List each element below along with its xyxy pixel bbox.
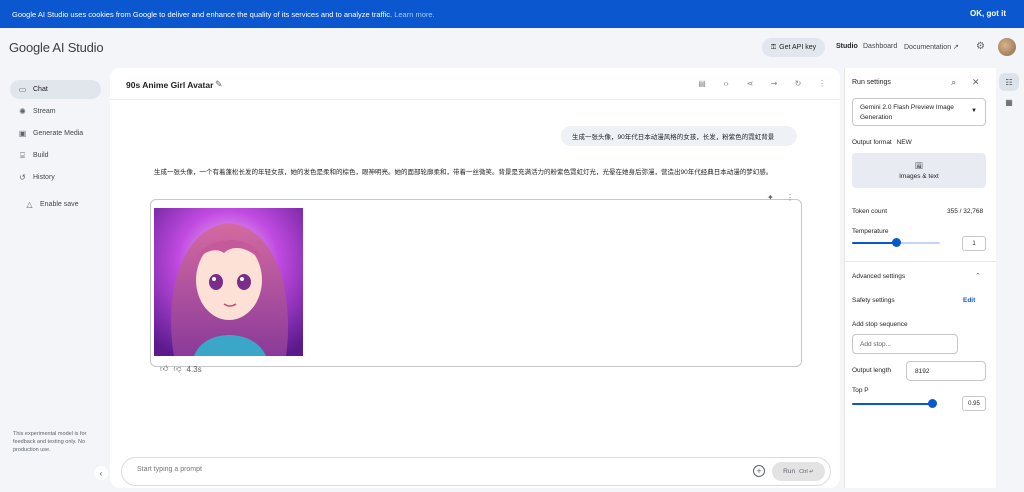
documentation-label: Documentation bbox=[904, 44, 952, 51]
thumbs-up-icon[interactable]: 👍︎ bbox=[160, 364, 168, 374]
model-selector[interactable]: Gemini 2.0 Flash Preview Image Generatio… bbox=[852, 98, 986, 126]
response-feedback: 👍︎ 👎︎ 4.3s bbox=[160, 364, 202, 374]
drive-icon: △ bbox=[26, 200, 33, 209]
output-format-option[interactable]: 🖼︎ Images & text bbox=[852, 153, 986, 188]
temperature-slider-fill bbox=[852, 242, 896, 244]
enable-save-label: Enable save bbox=[40, 201, 79, 208]
output-format-text: Output format bbox=[852, 139, 892, 146]
output-length-label: Output length bbox=[852, 367, 892, 374]
output-length-input[interactable]: 8192 bbox=[906, 361, 986, 381]
divider bbox=[110, 99, 840, 100]
sidebar-item-label: Generate Media bbox=[33, 130, 84, 137]
sidebar-item-label: Build bbox=[33, 152, 49, 159]
prompt-input[interactable] bbox=[137, 466, 637, 473]
safety-settings-label: Safety settings bbox=[852, 297, 895, 304]
sparkle-icon[interactable]: ✦ bbox=[767, 193, 774, 202]
new-badge: NEW bbox=[896, 139, 912, 146]
stop-sequence-input[interactable]: Add stop... bbox=[852, 334, 958, 354]
app-logo[interactable]: Google AI Studio bbox=[9, 40, 104, 55]
chevron-up-icon[interactable]: ⌃ bbox=[975, 272, 981, 280]
close-icon[interactable]: ✕ bbox=[972, 77, 980, 88]
experimental-note: This experimental model is for feedback … bbox=[13, 431, 87, 453]
compare-mode-icon[interactable]: ⇝ bbox=[768, 79, 780, 88]
output-format-value: Images & text bbox=[899, 172, 939, 180]
sidebar-item-label: History bbox=[33, 174, 55, 181]
run-settings-title: Run settings bbox=[852, 79, 891, 86]
run-shortcut: Ctrl ↵ bbox=[799, 468, 814, 475]
sidebar-item-label: Chat bbox=[33, 86, 48, 93]
add-media-button[interactable]: + bbox=[753, 465, 765, 477]
generated-anime-image[interactable] bbox=[154, 208, 303, 356]
get-api-key-button[interactable]: ⚿ Get API key bbox=[762, 38, 825, 57]
code-icon[interactable]: ‹› bbox=[720, 79, 732, 88]
temperature-slider-thumb[interactable] bbox=[892, 238, 901, 247]
gallery-icon[interactable]: ▦ bbox=[999, 93, 1019, 111]
top-p-slider-thumb[interactable] bbox=[928, 399, 937, 408]
temperature-input[interactable]: 1 bbox=[962, 236, 986, 251]
cookie-message: Google AI Studio uses cookies from Googl… bbox=[12, 10, 435, 19]
ok-got-it-button[interactable]: OK, got it bbox=[970, 9, 1006, 18]
cookie-banner: Google AI Studio uses cookies from Googl… bbox=[0, 0, 1024, 28]
nav-studio[interactable]: Studio bbox=[836, 43, 858, 50]
sidebar-item-generate-media[interactable]: ▣ Generate Media bbox=[10, 124, 101, 143]
token-count-value: 355 / 32,768 bbox=[947, 208, 984, 215]
page-title: 90s Anime Girl Avatar bbox=[126, 80, 214, 90]
reset-icon[interactable]: ↻ bbox=[792, 79, 804, 88]
enable-save-button[interactable]: △ Enable save bbox=[17, 195, 108, 214]
key-icon: ⚿ bbox=[770, 43, 777, 51]
edit-title-icon[interactable]: ✎ bbox=[215, 79, 223, 90]
cookie-text: Google AI Studio uses cookies from Googl… bbox=[12, 10, 393, 19]
run-button[interactable]: Run Ctrl ↵ bbox=[772, 462, 825, 481]
external-link-icon: ↗ bbox=[953, 44, 959, 51]
sidebar-item-history[interactable]: ↺ History bbox=[10, 168, 101, 187]
tune-icon[interactable]: ☷ bbox=[999, 73, 1019, 91]
sidebar-item-chat[interactable]: ▭ Chat bbox=[10, 80, 101, 99]
sidebar-item-build[interactable]: ⌸ Build bbox=[10, 146, 101, 165]
nav-documentation[interactable]: Documentation ↗ bbox=[904, 43, 959, 51]
get-api-key-label: Get API key bbox=[779, 44, 817, 51]
history-icon: ↺ bbox=[19, 173, 26, 182]
sidebar-item-label: Stream bbox=[33, 108, 56, 115]
thumbs-down-icon[interactable]: 👎︎ bbox=[173, 364, 181, 374]
feedback-icon[interactable]: ⌕ bbox=[951, 77, 956, 88]
nav-dashboard[interactable]: Dashboard bbox=[863, 43, 897, 50]
token-count-label: Token count bbox=[852, 208, 888, 215]
run-label: Run bbox=[783, 468, 796, 475]
safety-edit-link[interactable]: Edit bbox=[963, 297, 975, 304]
share-icon[interactable]: ⋖ bbox=[744, 79, 756, 88]
temperature-label: Temperature bbox=[852, 228, 889, 235]
card-more-icon[interactable]: ⋮ bbox=[786, 193, 794, 202]
build-icon: ⌸ bbox=[20, 150, 25, 160]
response-time: 4.3s bbox=[186, 364, 202, 374]
chat-icon: ▭ bbox=[18, 85, 27, 94]
stream-icon: ✺ bbox=[19, 107, 26, 116]
sidebar-item-stream[interactable]: ✺ Stream bbox=[10, 102, 101, 121]
top-p-label: Top P bbox=[852, 387, 869, 394]
gear-icon[interactable]: ⚙ bbox=[976, 41, 985, 52]
output-format-label: Output format NEW bbox=[852, 139, 912, 146]
divider bbox=[844, 261, 996, 262]
collapse-sidebar-button[interactable]: ‹ bbox=[94, 466, 108, 480]
learn-more-link[interactable]: Learn more. bbox=[394, 10, 434, 19]
avatar[interactable] bbox=[998, 38, 1016, 56]
image-text-icon: 🖼︎ bbox=[914, 162, 924, 170]
advanced-settings-label[interactable]: Advanced settings bbox=[852, 273, 905, 280]
compare-icon[interactable]: ▤ bbox=[696, 79, 708, 88]
model-response-text: 生成一张头像，一个有着蓬松长发的年轻女孩，她的发色是柔和的棕色，眼神明亮。她的面… bbox=[154, 169, 773, 176]
more-options-icon[interactable]: ⋮ bbox=[816, 79, 828, 88]
stop-sequence-label: Add stop sequence bbox=[852, 321, 908, 328]
chevron-down-icon: ▼ bbox=[971, 108, 977, 114]
user-message: 生成一张头像，90年代日本动漫风格的女孩，长发，粉紫色的霓虹背景 bbox=[561, 126, 797, 146]
right-rail bbox=[997, 68, 1024, 492]
top-p-slider-fill bbox=[852, 403, 932, 405]
media-icon: ▣ bbox=[18, 129, 27, 138]
top-p-input[interactable]: 0.95 bbox=[962, 396, 986, 411]
